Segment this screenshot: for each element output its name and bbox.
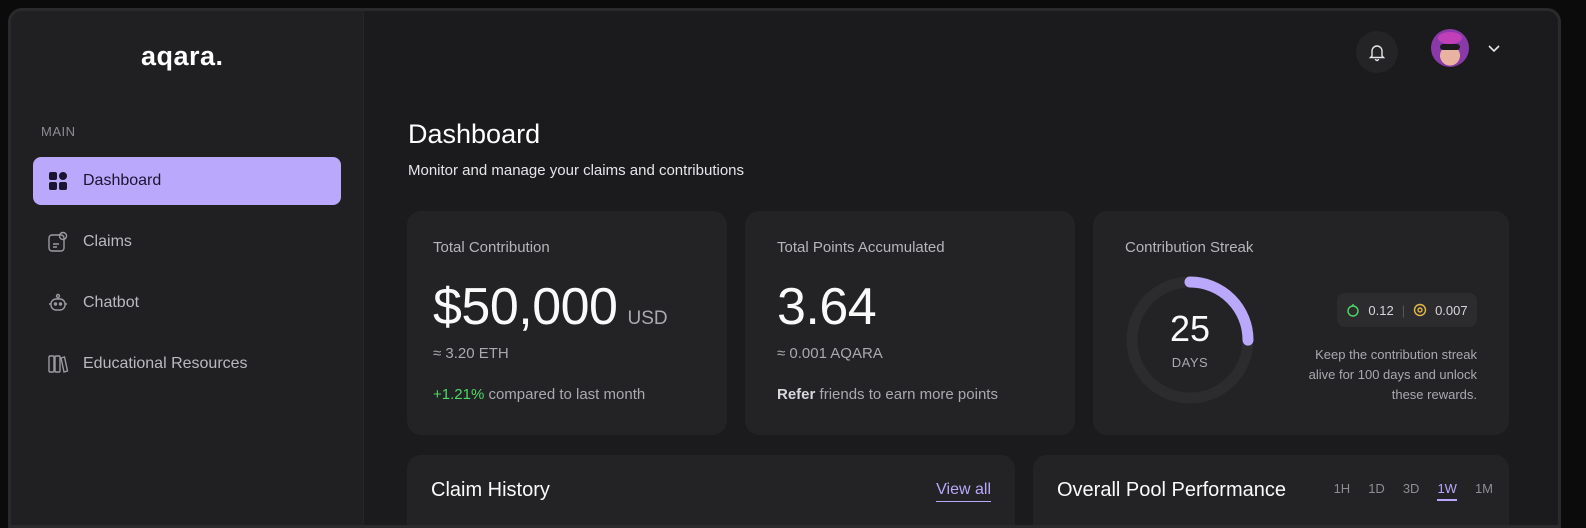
points-aqara: ≈ 0.001 AQARA	[777, 345, 883, 362]
chevron-down-icon[interactable]	[1485, 39, 1503, 57]
claim-history-panel: Claim History View all	[407, 455, 1015, 525]
avatar[interactable]	[1431, 29, 1469, 67]
dashboard-grid-icon	[47, 170, 69, 192]
range-1d[interactable]: 1D	[1368, 481, 1385, 501]
card-title: Total Points Accumulated	[777, 239, 945, 256]
pool-performance-title: Overall Pool Performance	[1057, 479, 1286, 501]
view-all-link[interactable]: View all	[936, 481, 991, 502]
chatbot-icon	[47, 292, 69, 314]
reward-divider: |	[1401, 302, 1406, 318]
books-icon	[47, 353, 69, 375]
card-title: Total Contribution	[433, 239, 550, 256]
points-value: 3.64	[777, 278, 877, 336]
contribution-amount: $50,000	[433, 278, 618, 336]
contribution-value: $50,000 USD	[433, 277, 668, 337]
streak-days-label: DAYS	[1171, 355, 1209, 370]
time-range-selector: 1H 1D 3D 1W 1M	[1334, 481, 1493, 501]
sidebar-item-chatbot[interactable]: Chatbot	[33, 279, 341, 327]
pool-performance-panel: Overall Pool Performance 1H 1D 3D 1W 1M	[1033, 455, 1509, 525]
sidebar-section-label: MAIN	[41, 124, 76, 139]
reward-b-value: 0.007	[1435, 302, 1468, 318]
reward-a-value: 0.12	[1368, 302, 1394, 318]
sidebar-item-educational-resources[interactable]: Educational Resources	[33, 340, 341, 388]
range-1w[interactable]: 1W	[1437, 481, 1457, 501]
bell-icon	[1368, 45, 1386, 62]
logo[interactable]: aqara.	[141, 41, 224, 72]
total-points-card: Total Points Accumulated 3.64 ≈ 0.001 AQ…	[745, 211, 1075, 435]
range-1h[interactable]: 1H	[1334, 481, 1351, 501]
change-text: compared to last month	[484, 386, 646, 403]
page-title: Dashboard	[408, 119, 541, 149]
reward-a-icon	[1347, 304, 1360, 317]
card-title: Contribution Streak	[1125, 239, 1254, 256]
refer-text: Refer friends to earn more points	[777, 386, 998, 403]
contribution-change: +1.21% compared to last month	[433, 386, 645, 403]
reward-b-icon	[1413, 303, 1427, 317]
streak-rewards: 0.12 | 0.007	[1337, 293, 1477, 327]
page-subtitle: Monitor and manage your claims and contr…	[408, 162, 745, 179]
contribution-streak-card: Contribution Streak 25 DAYS 0.12 | 0.007…	[1093, 211, 1509, 435]
sidebar-item-label: Dashboard	[83, 172, 162, 189]
total-contribution-card: Total Contribution $50,000 USD ≈ 3.20 ETH…	[407, 211, 727, 435]
claim-history-title: Claim History	[431, 479, 550, 501]
refer-rest: friends to earn more points	[815, 386, 998, 403]
sidebar-item-label: Claims	[83, 233, 132, 250]
notifications-button[interactable]	[1356, 31, 1398, 73]
sidebar-item-dashboard[interactable]: Dashboard	[33, 157, 341, 205]
contribution-eth: ≈ 3.20 ETH	[433, 345, 509, 362]
sidebar-item-claims[interactable]: Claims	[33, 218, 341, 266]
main-content: Dashboard Monitor and manage your claims…	[363, 11, 1558, 525]
range-3d[interactable]: 3D	[1403, 481, 1420, 501]
sidebar-item-label: Chatbot	[83, 294, 140, 311]
refer-link[interactable]: Refer	[777, 386, 815, 403]
claims-icon	[47, 231, 69, 253]
sidebar: aqara. MAIN Dashboard Claims Chatbot Edu…	[11, 11, 364, 525]
sidebar-item-label: Educational Resources	[83, 355, 248, 372]
app-window: aqara. MAIN Dashboard Claims Chatbot Edu…	[8, 8, 1561, 528]
streak-note: Keep the contribution streak alive for 1…	[1308, 347, 1477, 402]
range-1m[interactable]: 1M	[1475, 481, 1493, 501]
streak-days: 25	[1169, 308, 1211, 349]
change-percent: +1.21%	[433, 386, 485, 403]
contribution-unit: USD	[627, 308, 668, 329]
